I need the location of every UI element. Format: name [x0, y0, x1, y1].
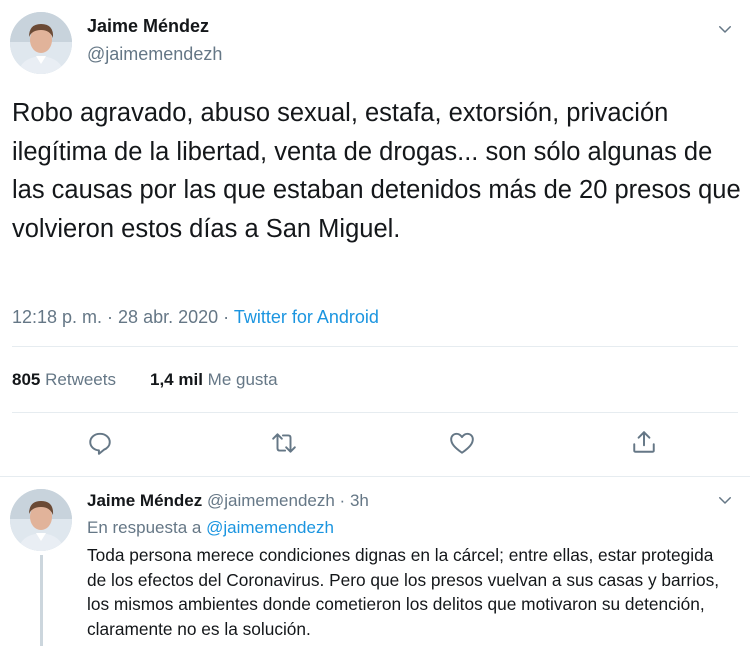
- retweet-icon[interactable]: [271, 430, 297, 456]
- chevron-down-icon[interactable]: [716, 491, 734, 509]
- tweet-text: Robo agravado, abuso sexual, estafa, ext…: [12, 99, 741, 243]
- avatar-image: [10, 12, 72, 74]
- in-reply-to: En respuesta a @jaimemendezh: [87, 518, 334, 538]
- meta-separator: ·: [334, 491, 350, 510]
- divider: [12, 412, 738, 413]
- tweet-metadata: 12:18 p. m. · 28 abr. 2020 · Twitter for…: [12, 307, 379, 328]
- divider: [12, 346, 738, 347]
- likes-count: 1,4 mil: [150, 370, 203, 389]
- meta-separator: ·: [218, 307, 234, 327]
- chevron-down-icon[interactable]: [716, 20, 734, 38]
- tweet-timestamp[interactable]: 12:18 p. m. · 28 abr. 2020: [12, 307, 218, 327]
- retweets-label: Retweets: [45, 370, 116, 389]
- avatar-image: [10, 489, 72, 551]
- reply-header: Jaime Méndez @jaimemendezh · 3h: [87, 491, 369, 511]
- main-tweet: Jaime Méndez @jaimemendezh Robo agravado…: [0, 0, 750, 476]
- avatar[interactable]: [10, 489, 72, 551]
- mention-link[interactable]: @jaimemendezh: [206, 518, 334, 537]
- retweets-stat[interactable]: 805 Retweets: [12, 370, 116, 390]
- author-name[interactable]: Jaime Méndez: [87, 16, 209, 37]
- tweet-source-link[interactable]: Twitter for Android: [234, 307, 379, 327]
- heart-icon[interactable]: [449, 430, 475, 456]
- share-icon[interactable]: [631, 429, 657, 455]
- avatar[interactable]: [10, 12, 72, 74]
- tweet-time[interactable]: 3h: [350, 491, 369, 510]
- thread-line: [40, 555, 43, 646]
- retweets-count: 805: [12, 370, 41, 389]
- likes-label: Me gusta: [207, 370, 278, 389]
- reply-tweet[interactable]: Jaime Méndez @jaimemendezh · 3h En respu…: [0, 477, 750, 646]
- author-handle[interactable]: @jaimemendezh: [87, 44, 222, 65]
- author-name[interactable]: Jaime Méndez: [87, 491, 202, 510]
- author-handle[interactable]: @jaimemendezh: [207, 491, 335, 510]
- in-reply-prefix: En respuesta a: [87, 518, 207, 537]
- tweet-text: Toda persona merece condiciones dignas e…: [87, 545, 720, 639]
- reply-icon[interactable]: [87, 430, 113, 456]
- likes-stat[interactable]: 1,4 mil Me gusta: [150, 370, 278, 390]
